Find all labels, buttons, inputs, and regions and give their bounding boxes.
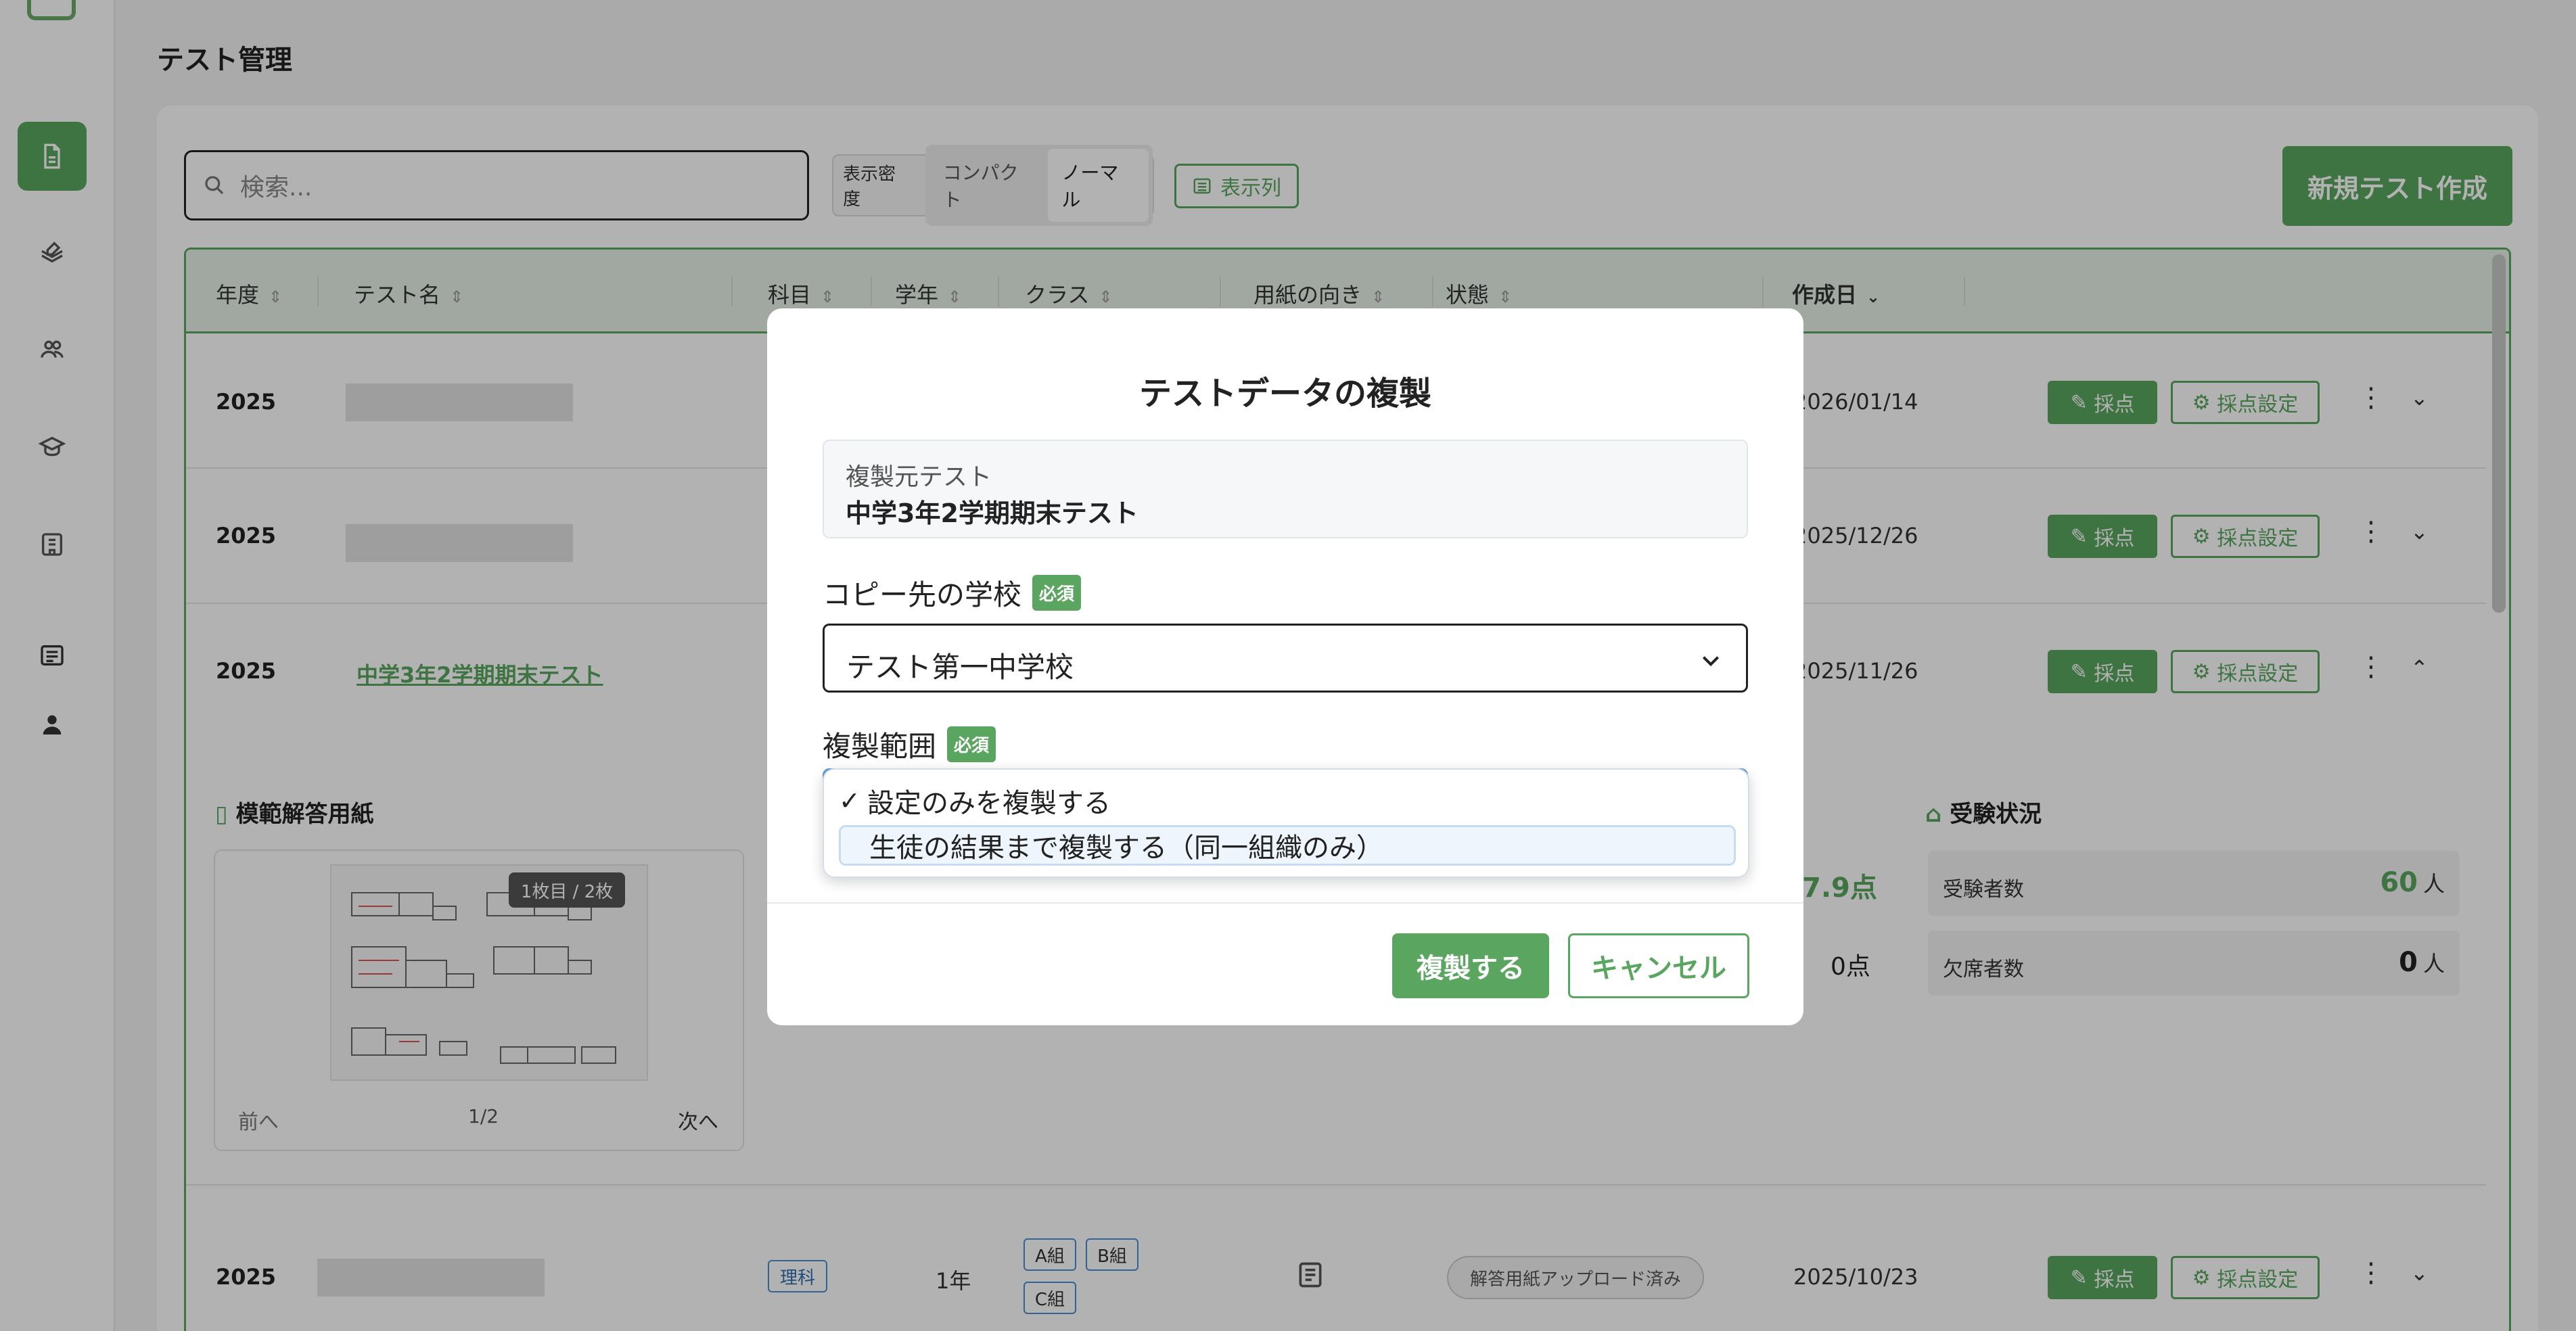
modal-title: テストデータの複製 [1138, 375, 1431, 413]
check-icon: ✓ [839, 786, 860, 816]
scope-option-with-results[interactable]: 生徒の結果まで複製する（同一組織のみ） [839, 825, 1736, 866]
school-field-label: コピー先の学校 必須 [823, 572, 1082, 613]
required-badge: 必須 [947, 726, 996, 762]
cancel-button[interactable]: キャンセル [1568, 933, 1749, 998]
scope-field-label: 複製範囲 必須 [823, 724, 996, 765]
school-select[interactable]: テスト第一中学校 [823, 624, 1748, 693]
source-test-label: 複製元テスト [846, 463, 992, 491]
duplicate-test-modal: テストデータの複製 複製元テスト 中学3年2学期期末テスト コピー先の学校 必須 … [767, 308, 1803, 1025]
scope-option-settings-only[interactable]: ✓ 設定のみを複製する [839, 780, 1736, 821]
duplicate-button[interactable]: 複製する [1392, 933, 1549, 998]
school-select-value: テスト第一中学校 [846, 651, 1074, 684]
modal-divider [767, 902, 1803, 904]
chevron-down-icon [1702, 656, 1720, 667]
scope-dropdown-menu: ✓ 設定のみを複製する 生徒の結果まで複製する（同一組織のみ） [823, 768, 1749, 878]
required-badge: 必須 [1032, 575, 1082, 611]
source-test-box: 複製元テスト 中学3年2学期期末テスト [823, 440, 1748, 538]
source-test-name: 中学3年2学期期末テスト [846, 498, 1138, 528]
